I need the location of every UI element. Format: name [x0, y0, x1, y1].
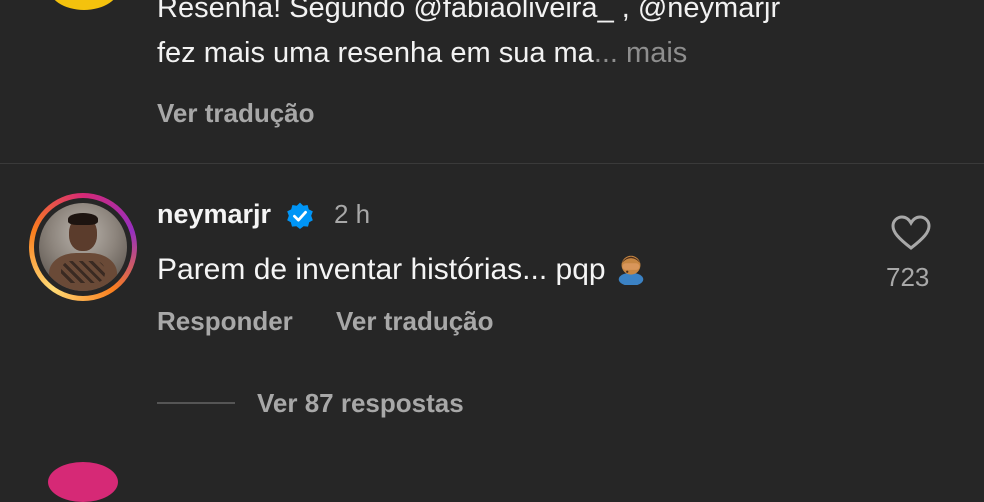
- comment-username[interactable]: neymarjr: [157, 199, 271, 230]
- previous-translate-button[interactable]: Ver tradução: [157, 98, 315, 129]
- avatar: [39, 203, 127, 291]
- replies-divider-line: [157, 402, 235, 404]
- view-replies-button[interactable]: Ver 87 respostas: [257, 388, 464, 419]
- verified-badge-icon: [287, 202, 313, 229]
- comment-text: Parem de inventar histórias... pqp: [157, 253, 606, 286]
- next-commenter-avatar[interactable]: [48, 462, 118, 502]
- avatar-story-ring[interactable]: [29, 193, 137, 301]
- comment-divider: [0, 163, 984, 164]
- heart-outline-icon[interactable]: [890, 214, 932, 252]
- previous-commenter-avatar[interactable]: [48, 0, 120, 10]
- like-count: 723: [886, 262, 930, 292]
- more-link[interactable]: ... mais: [594, 37, 687, 69]
- comment-text-row: Parem de inventar histórias... pqp: [157, 251, 648, 287]
- facepalm-emoji-icon: [618, 255, 643, 285]
- previous-comment-line1: Resenha! Segundo @fabiaoliveira_ , @neym…: [157, 0, 781, 24]
- previous-comment-text: Resenha! Segundo @fabiaoliveira_ , @neym…: [157, 0, 780, 76]
- reply-button[interactable]: Responder: [157, 306, 293, 337]
- previous-comment-line2: fez mais uma resenha em sua ma... mais: [157, 37, 688, 69]
- translate-button[interactable]: Ver tradução: [336, 306, 494, 337]
- comment-timestamp: 2 h: [334, 199, 371, 229]
